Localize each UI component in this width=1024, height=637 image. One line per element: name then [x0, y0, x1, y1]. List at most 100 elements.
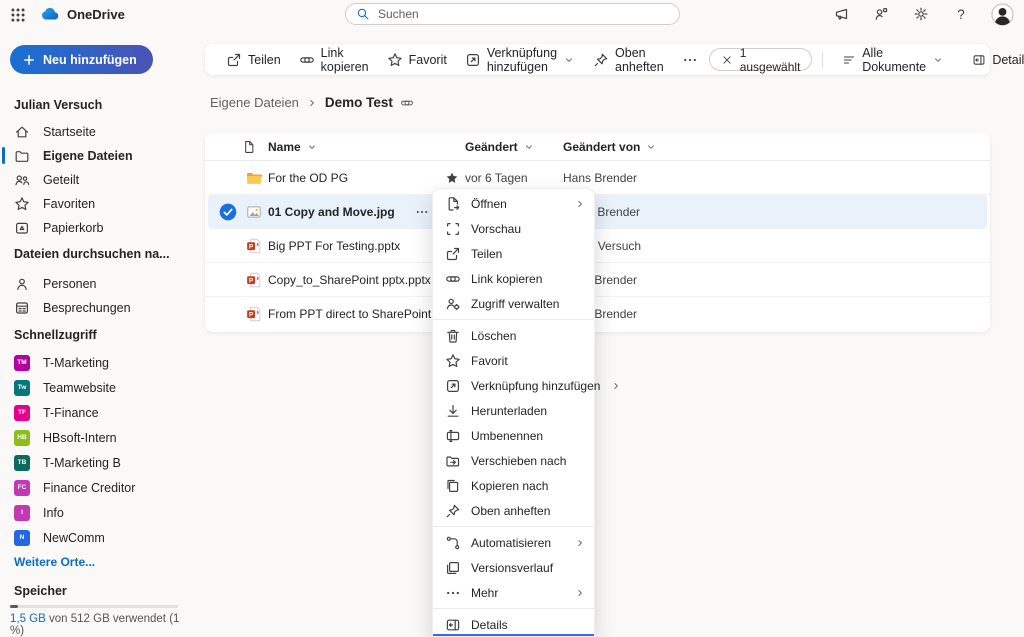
site-tile: FC: [14, 480, 30, 496]
sidebar-item-besprechungen[interactable]: Besprechungen: [4, 296, 189, 319]
close-icon[interactable]: [721, 54, 733, 66]
toolbar-favorit[interactable]: Favorit: [378, 44, 456, 75]
app-launcher-icon[interactable]: [8, 5, 28, 25]
quickaccess-item-t-marketing-b[interactable]: TBT-Marketing B: [4, 451, 189, 474]
add-new-button[interactable]: Neu hinzufügen: [10, 45, 153, 74]
breadcrumb-parent[interactable]: Eigene Dateien: [210, 95, 299, 110]
menu-item-favorit[interactable]: Favorit: [433, 348, 594, 373]
menu-item-umbenennen[interactable]: Umbenennen: [433, 423, 594, 448]
details-pane-button[interactable]: Details: [963, 44, 1024, 75]
shared-link-icon[interactable]: [400, 96, 414, 110]
toolbar-label: Favorit: [409, 53, 447, 67]
quickaccess-item-t-marketing[interactable]: TMT-Marketing: [4, 351, 189, 374]
account-icon[interactable]: [871, 4, 891, 24]
row-more-options[interactable]: [415, 195, 429, 229]
more-places-link[interactable]: Weitere Orte...: [14, 555, 95, 569]
file-name[interactable]: 01 Copy and Move.jpg: [268, 195, 395, 229]
toolbar-divider: [822, 52, 823, 68]
menu-item-verschieben-nach[interactable]: Verschieben nach: [433, 448, 594, 473]
menu-item-automatisieren[interactable]: Automatisieren: [433, 530, 594, 555]
search-input[interactable]: [378, 7, 669, 21]
clear-selection-pill[interactable]: 1 ausgewählt: [709, 48, 813, 71]
column-name[interactable]: Name: [268, 133, 318, 161]
menu-item-l-schen[interactable]: Löschen: [433, 323, 594, 348]
settings-gear-icon[interactable]: [911, 4, 931, 24]
menu-item-vorschau[interactable]: Vorschau: [433, 216, 594, 241]
quickaccess-item-newcomm[interactable]: NNewComm: [4, 526, 189, 549]
sidebar-item-startseite[interactable]: Startseite: [4, 120, 189, 143]
quickaccess-item-label: T-Finance: [43, 406, 99, 420]
site-tile: I: [14, 505, 30, 521]
quickaccess-item-finance-creditor[interactable]: FCFinance Creditor: [4, 476, 189, 499]
search-box[interactable]: [345, 3, 680, 25]
storage-usage-text: 1,5 GB von 512 GB verwendet (1 %): [10, 613, 195, 637]
menu-item-label: Herunterladen: [471, 404, 586, 418]
file-type-pptx: [245, 297, 263, 331]
storage-used-link[interactable]: 1,5 GB: [10, 613, 46, 625]
site-tile: HB: [14, 430, 30, 446]
quickaccess-item-teamwebsite[interactable]: TwTeamwebsite: [4, 376, 189, 399]
menu-item-teilen[interactable]: Teilen: [433, 241, 594, 266]
home-icon: [14, 124, 30, 140]
chevdown-icon: [563, 54, 575, 66]
column-modified-by[interactable]: Geändert von: [563, 133, 657, 161]
table-row[interactable]: Big PPT For Testing.pptxJulian Versuch: [205, 229, 990, 263]
star-icon: [387, 52, 403, 68]
table-row[interactable]: 01 Copy and Move.jpgHans Brender: [208, 195, 987, 229]
file-name[interactable]: For the OD PG: [268, 161, 348, 195]
sidebar-item-geteilt[interactable]: Geteilt: [4, 168, 189, 191]
quickaccess-item-hbsoft-intern[interactable]: HBHBsoft-Intern: [4, 426, 189, 449]
toolbar-oben-anheften[interactable]: Oben anheften: [584, 44, 673, 75]
menu-item-label: Mehr: [471, 586, 564, 600]
file-name[interactable]: Copy_to_SharePoint pptx.pptx: [268, 263, 431, 297]
menu-item-versionsverlauf[interactable]: Versionsverlauf: [433, 555, 594, 580]
menu-item-label: Verknüpfung hinzufügen: [471, 379, 600, 393]
file-name[interactable]: Big PPT For Testing.pptx: [268, 229, 400, 263]
menu-item-ffnen[interactable]: Öffnen: [433, 191, 594, 216]
storage-header: Speicher: [14, 584, 67, 598]
quickaccess-item-info[interactable]: IInfo: [4, 501, 189, 524]
profile-avatar[interactable]: [991, 3, 1014, 26]
table-row[interactable]: From PPT direct to SharePoint.pptxHans B…: [205, 297, 990, 331]
quickaccess-item-t-finance[interactable]: TFT-Finance: [4, 401, 189, 424]
history-icon: [445, 560, 461, 576]
menu-item-mehr[interactable]: Mehr: [433, 580, 594, 605]
menu-item-oben-anheften[interactable]: Oben anheften: [433, 498, 594, 523]
image-icon: [245, 203, 263, 221]
sidebar-item-papierkorb[interactable]: Papierkorb: [4, 216, 189, 239]
file-list-header: Name Geändert Geändert von: [205, 133, 990, 161]
menu-item-zugriff-verwalten[interactable]: Zugriff verwalten: [433, 291, 594, 316]
ppt-icon: [245, 271, 263, 289]
storage-progressbar: [10, 605, 178, 608]
copy-icon: [445, 478, 461, 494]
sidebar-item-eigene-dateien[interactable]: Eigene Dateien: [4, 144, 189, 167]
sidebar-item-favoriten[interactable]: Favoriten: [4, 192, 189, 215]
file-name[interactable]: From PPT direct to SharePoint.pptx: [268, 297, 457, 331]
toolbar-more-button[interactable]: [673, 44, 707, 75]
table-row[interactable]: For the OD PGvor 6 TagenHans Brender: [205, 161, 990, 195]
toolbar-link-kopieren[interactable]: Link kopieren: [290, 44, 378, 75]
help-icon[interactable]: ?: [951, 4, 971, 24]
menu-item-verkn-pfung-hinzuf-gen[interactable]: Verknüpfung hinzufügen: [433, 373, 594, 398]
automate-icon: [445, 535, 461, 551]
toolbar-teilen[interactable]: Teilen: [217, 44, 290, 75]
menu-item-kopieren-nach[interactable]: Kopieren nach: [433, 473, 594, 498]
toolbar-verkn-pfung-hinzuf-gen[interactable]: Verknüpfung hinzufügen: [456, 44, 584, 75]
feedback-megaphone-icon[interactable]: [831, 4, 851, 24]
menu-item-details[interactable]: Details: [433, 612, 594, 637]
open-icon: [445, 196, 461, 212]
menu-item-herunterladen[interactable]: Herunterladen: [433, 398, 594, 423]
menu-item-label: Link kopieren: [471, 272, 586, 286]
selected-check[interactable]: [219, 195, 237, 229]
menu-item-link-kopieren[interactable]: Link kopieren: [433, 266, 594, 291]
details-icon: [972, 53, 986, 67]
column-modified[interactable]: Geändert: [465, 133, 535, 161]
dots-icon: [445, 585, 461, 601]
sidebar-item-personen[interactable]: Personen: [4, 272, 189, 295]
file-type-pptx: [245, 263, 263, 297]
view-selector[interactable]: Alle Dokumente: [833, 44, 953, 75]
toolbar-label: Oben anheften: [615, 46, 664, 74]
onedrive-brand[interactable]: OneDrive: [40, 4, 125, 24]
pin-icon: [445, 503, 461, 519]
table-row[interactable]: Copy_to_SharePoint pptx.pptxHans Brender: [205, 263, 990, 297]
